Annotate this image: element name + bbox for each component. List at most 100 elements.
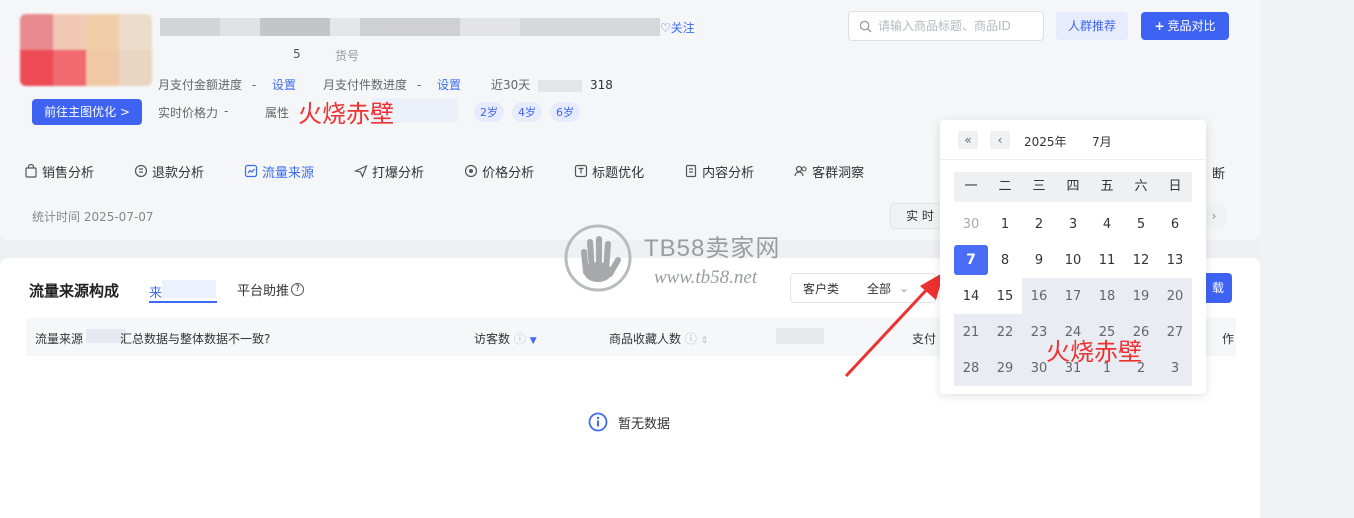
tab-label: 流量来源 bbox=[262, 165, 315, 181]
compare-label: 竞品对比 bbox=[1167, 19, 1216, 33]
stat-label: 月支付金额进度 bbox=[158, 78, 243, 92]
calendar-day: 29 bbox=[988, 350, 1022, 386]
calendar-day[interactable]: 4 bbox=[1090, 206, 1124, 242]
follow-link[interactable]: ♡关注 bbox=[660, 19, 695, 36]
product-title-blurred bbox=[160, 18, 660, 36]
calendar-day[interactable]: 1 bbox=[988, 206, 1022, 242]
help-icon: ? bbox=[291, 283, 305, 296]
col-data-mismatch-hint[interactable]: 汇总数据与整体数据不一致? bbox=[120, 330, 270, 347]
item-number-label: 货号 bbox=[335, 49, 360, 63]
hand-logo-icon bbox=[564, 224, 632, 292]
tab-label: 退款分析 bbox=[152, 165, 205, 181]
calendar-day[interactable]: 12 bbox=[1124, 242, 1158, 278]
calendar-day: 28 bbox=[954, 350, 988, 386]
day-number: 29 bbox=[996, 360, 1014, 376]
tab-sales[interactable]: 销售分析 bbox=[24, 160, 94, 182]
chevron-left-icon: ‹ bbox=[997, 133, 1003, 147]
day-number: 9 bbox=[1034, 252, 1044, 268]
set-amount-link[interactable]: 设置 bbox=[272, 78, 296, 92]
weekday-header: 一 二 三 四 五 六 日 bbox=[954, 172, 1192, 202]
competitor-compare-button[interactable]: + 竞品对比 bbox=[1141, 12, 1229, 40]
annotation-arrow-icon bbox=[844, 272, 944, 378]
users-icon bbox=[794, 165, 807, 177]
calendar-day[interactable]: 14 bbox=[954, 278, 988, 314]
calendar-day: 20 bbox=[1158, 278, 1192, 314]
day-number: 16 bbox=[1030, 288, 1048, 304]
search-box[interactable] bbox=[848, 11, 1044, 41]
tab-overflow-fragment: 断 bbox=[1212, 167, 1226, 182]
heart-icon: ♡ bbox=[660, 21, 671, 35]
sort-icon: ▼ bbox=[529, 336, 537, 346]
shop-number: 5 bbox=[293, 47, 301, 61]
prev-month-button[interactable]: ‹ bbox=[990, 131, 1010, 149]
tab-price[interactable]: 价格分析 bbox=[464, 160, 534, 182]
weekday: 六 bbox=[1134, 179, 1148, 194]
day-number: 8 bbox=[1000, 252, 1010, 268]
calendar-day[interactable]: 10 bbox=[1056, 242, 1090, 278]
redacted-block bbox=[538, 79, 583, 92]
calendar-day: 3 bbox=[1158, 350, 1192, 386]
day-number: 13 bbox=[1166, 252, 1184, 268]
day-number: 27 bbox=[1166, 324, 1184, 340]
sort-icon: ⇕ bbox=[700, 336, 709, 346]
send-icon bbox=[354, 164, 368, 178]
weekday: 日 bbox=[1168, 179, 1182, 194]
tab-source[interactable]: 来 bbox=[149, 282, 162, 301]
tab-label: 内容分析 bbox=[702, 165, 755, 181]
col-favorites[interactable]: 商品收藏人数 ⓘ ⇕ bbox=[609, 330, 708, 347]
tab-content[interactable]: 内容分析 bbox=[684, 160, 754, 182]
day-number: 3 bbox=[1170, 360, 1180, 376]
filter-label: 客户类 bbox=[803, 281, 840, 296]
search-input[interactable] bbox=[878, 19, 1028, 33]
col-label: 访客数 bbox=[474, 332, 511, 346]
prev-year-button[interactable]: « bbox=[958, 131, 978, 149]
calendar-day[interactable]: 11 bbox=[1090, 242, 1124, 278]
optimize-main-image-button[interactable]: 前往主图优化 > bbox=[32, 99, 142, 125]
calendar-header: « ‹ 2025年 7月 bbox=[940, 120, 1206, 160]
tab-title-optimize[interactable]: 标题优化 bbox=[574, 160, 644, 182]
calendar-day[interactable]: 15 bbox=[988, 278, 1022, 314]
col-visitors[interactable]: 访客数 ⓘ ▼ bbox=[474, 330, 537, 347]
day-number: 22 bbox=[996, 324, 1014, 340]
watermark-url: www.tb58.net bbox=[654, 267, 758, 288]
active-tab-underline bbox=[149, 301, 217, 303]
stat-sep: - bbox=[251, 78, 257, 92]
calendar-day-selected[interactable]: 7 bbox=[954, 242, 988, 278]
tab-hot-analysis[interactable]: 打爆分析 bbox=[354, 160, 424, 182]
doc-icon bbox=[685, 164, 697, 178]
calendar-day[interactable]: 8 bbox=[988, 242, 1022, 278]
calendar-day: 16 bbox=[1022, 278, 1056, 314]
day-number: 2 bbox=[1034, 216, 1044, 232]
day-number: 18 bbox=[1098, 288, 1116, 304]
follow-label: 关注 bbox=[670, 21, 695, 35]
chevron-right-icon: › bbox=[1211, 209, 1217, 223]
calendar-day: 22 bbox=[988, 314, 1022, 350]
calendar-day: 27 bbox=[1158, 314, 1192, 350]
tab-platform-boost[interactable]: 平台助推 ? bbox=[237, 280, 305, 299]
tab-refund[interactable]: 退款分析 bbox=[134, 160, 204, 182]
crowd-recommend-button[interactable]: 人群推荐 bbox=[1056, 12, 1128, 40]
calendar-day[interactable]: 5 bbox=[1124, 206, 1158, 242]
calendar-month[interactable]: 7月 bbox=[1092, 133, 1112, 150]
calendar-day[interactable]: 2 bbox=[1022, 206, 1056, 242]
col-label: 商品收藏人数 bbox=[609, 332, 682, 346]
day-number: 15 bbox=[996, 288, 1014, 304]
age-tag: 6岁 bbox=[550, 102, 580, 122]
product-image bbox=[20, 14, 152, 86]
calendar-day[interactable]: 6 bbox=[1158, 206, 1192, 242]
calendar-year[interactable]: 2025年 bbox=[1024, 133, 1067, 150]
tab-traffic-source[interactable]: 流量来源 bbox=[244, 160, 314, 182]
calendar-day[interactable]: 3 bbox=[1056, 206, 1090, 242]
calendar-day: 18 bbox=[1090, 278, 1124, 314]
calendar-day[interactable]: 9 bbox=[1022, 242, 1056, 278]
weekday: 五 bbox=[1100, 179, 1114, 194]
plus-icon: + bbox=[1154, 19, 1165, 33]
title-icon bbox=[574, 164, 588, 178]
tab-audience[interactable]: 客群洞察 bbox=[794, 160, 864, 182]
calendar-day[interactable]: 30 bbox=[954, 206, 988, 242]
set-count-link[interactable]: 设置 bbox=[437, 78, 461, 92]
tab-label: 客群洞察 bbox=[812, 165, 865, 181]
day-number: 19 bbox=[1132, 288, 1150, 304]
calendar-day[interactable]: 13 bbox=[1158, 242, 1192, 278]
day-number: 6 bbox=[1170, 216, 1180, 232]
